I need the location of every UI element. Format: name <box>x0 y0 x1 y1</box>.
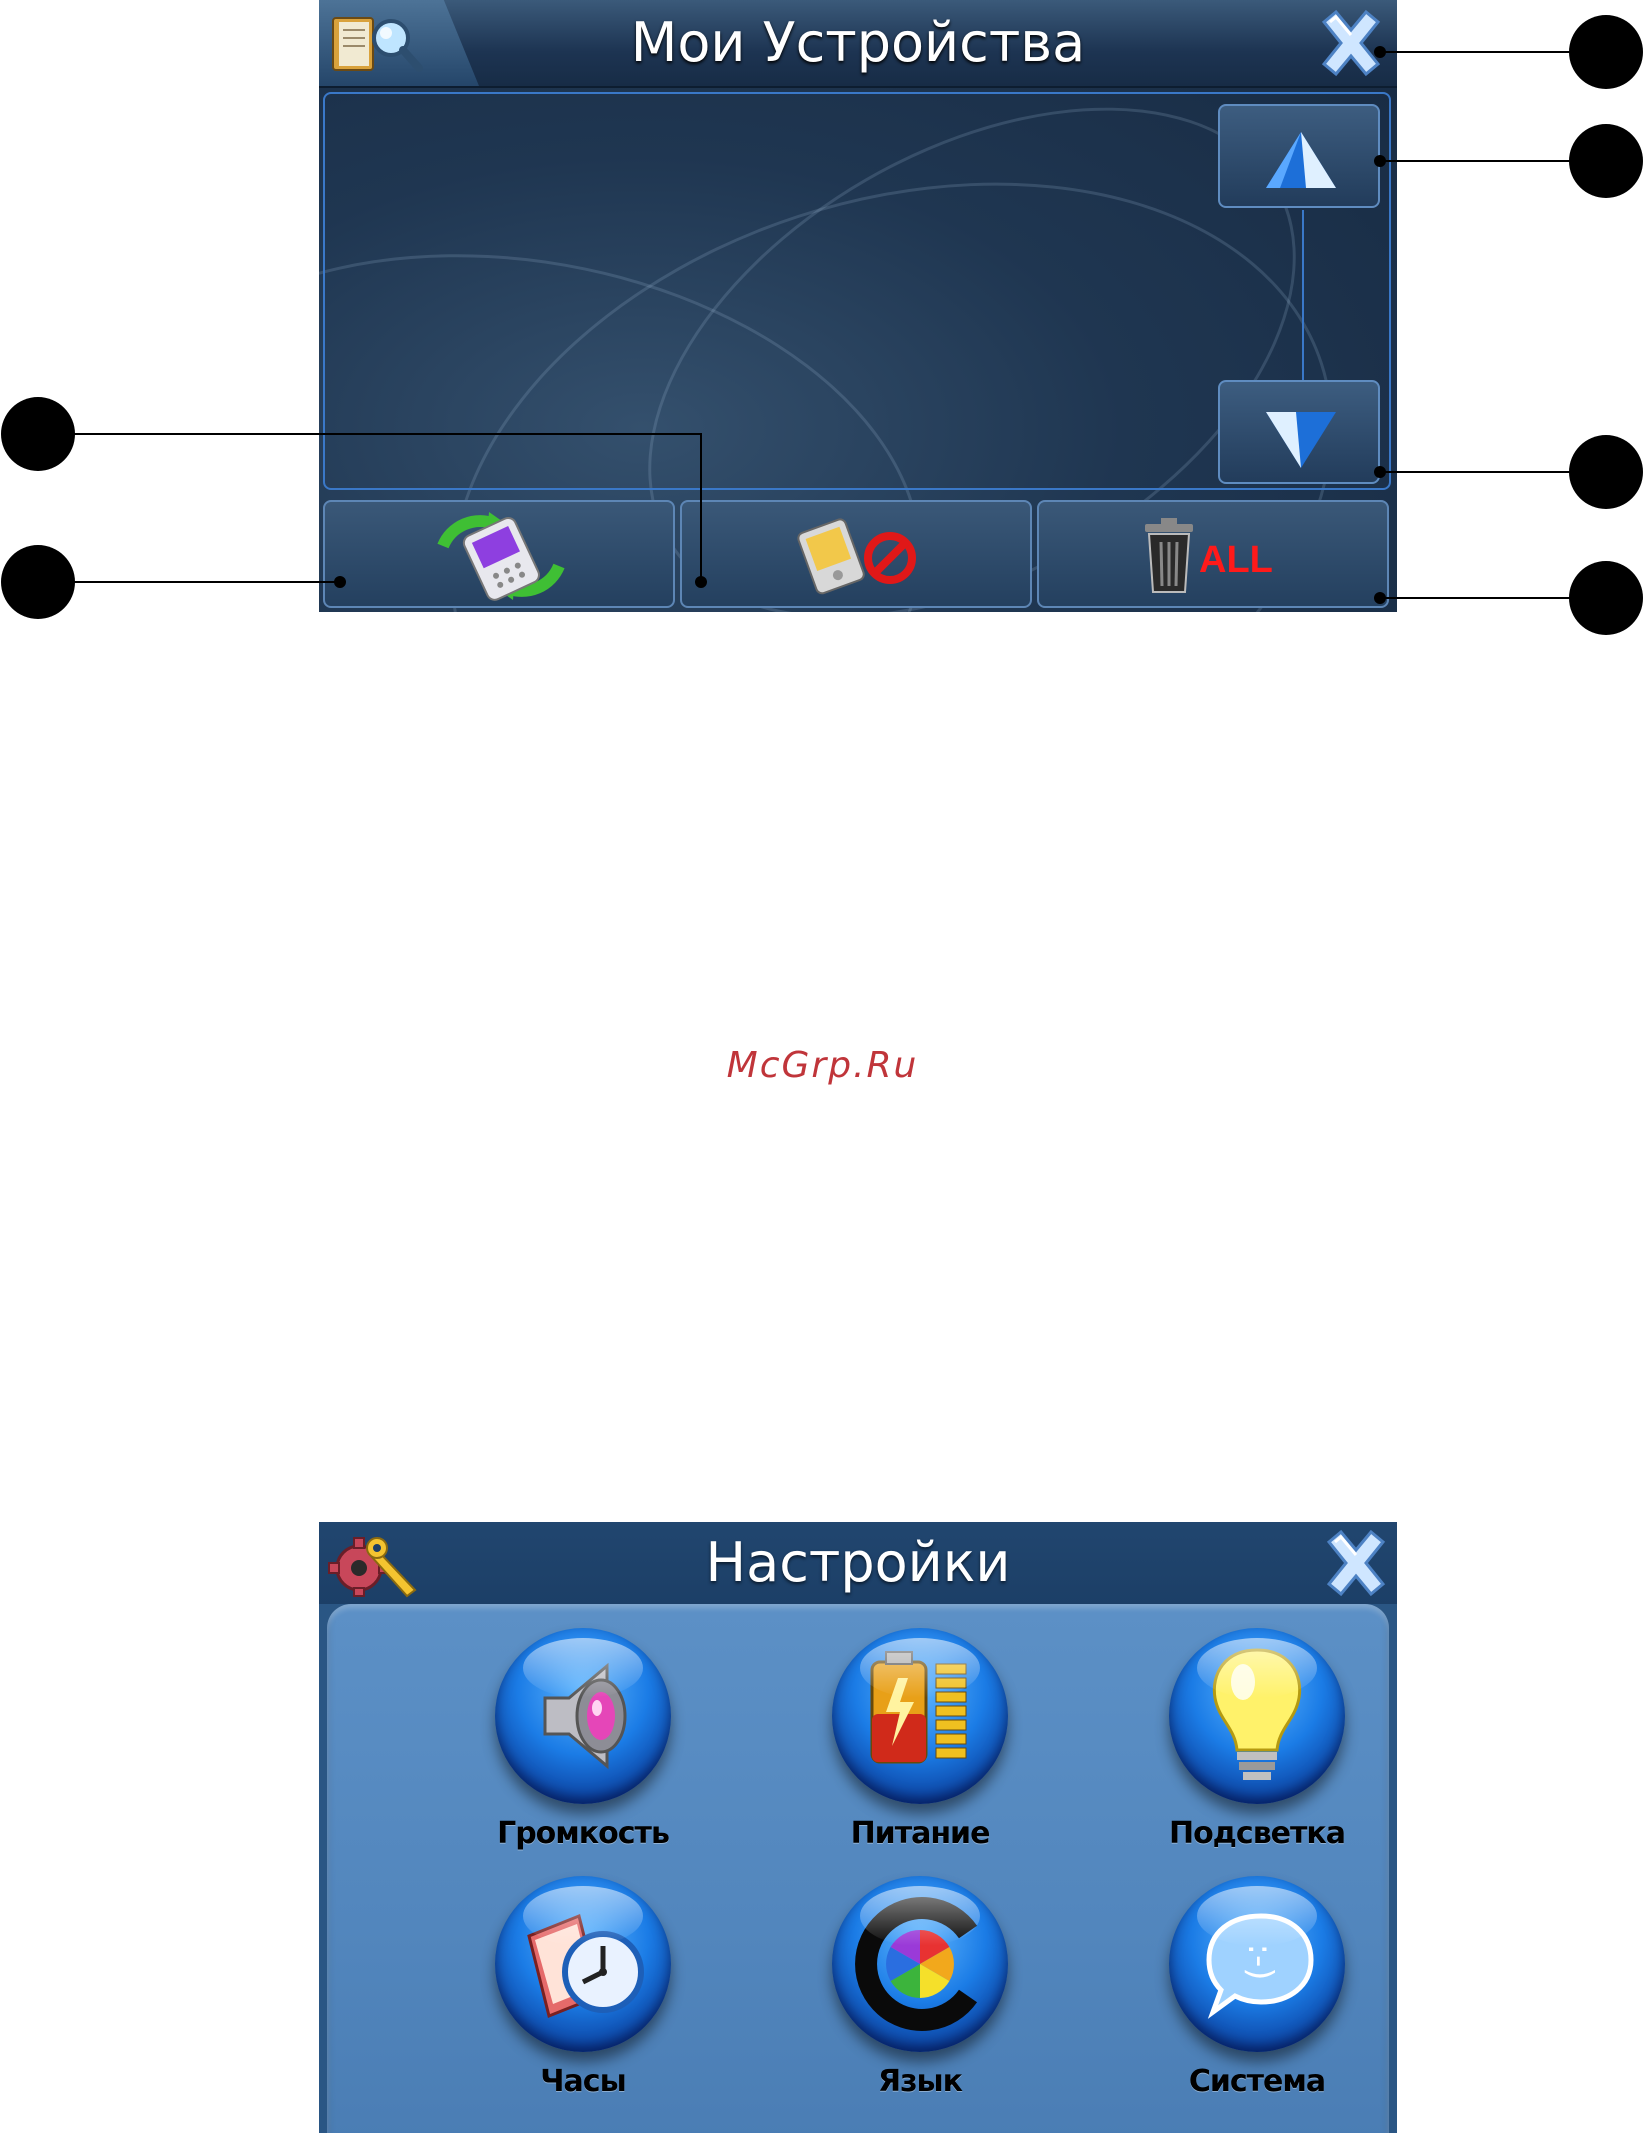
tile-label: Подсветка <box>1168 1816 1346 1851</box>
tile-power[interactable]: Питание <box>772 1628 1032 1858</box>
tile-language[interactable]: Язык <box>772 1876 1032 2106</box>
tile-label: Часы <box>540 2064 626 2099</box>
tile-label: Питание <box>850 1816 991 1851</box>
tile-clock[interactable]: Часы <box>435 1876 695 2106</box>
tile-backlight[interactable]: Подсветка <box>1109 1628 1369 1858</box>
clock-calendar-icon <box>527 1913 644 2019</box>
tile-label: Система <box>1188 2064 1326 2099</box>
watermark: McGrp.Ru <box>726 1045 919 1086</box>
lightbulb-icon <box>1212 1648 1302 1780</box>
tile-label: Громкость <box>497 1816 670 1851</box>
page-title: Мои Устройства <box>630 11 1086 74</box>
arrow-up-icon <box>1266 132 1336 188</box>
settings-screen: Настройки Громкость Питание Подсветка Ча… <box>319 1522 1397 2133</box>
tile-label: Язык <box>877 2064 963 2099</box>
delete-all-text: ALL <box>1199 539 1273 581</box>
sync-button[interactable] <box>323 500 675 608</box>
close-icon[interactable] <box>1319 1526 1393 1600</box>
battery-icon <box>870 1651 967 1764</box>
svg-text::-): :-) <box>1240 1944 1280 1981</box>
close-icon[interactable] <box>1314 6 1388 80</box>
title-bar: Мои Устройства <box>319 0 1397 88</box>
scroll-down-button[interactable] <box>1218 380 1380 484</box>
disconnect-button[interactable] <box>680 500 1032 608</box>
arrow-down-icon <box>1266 412 1336 468</box>
color-wheel-icon <box>855 1897 978 2031</box>
phone-sync-icon <box>437 512 565 601</box>
chat-bubble-icon: :-) <box>1206 1913 1314 2019</box>
page-title: Настройки <box>705 1531 1011 1594</box>
speaker-icon <box>543 1662 627 1770</box>
trash-all-icon: ALL <box>1145 518 1273 593</box>
devices-screen: Мои Устройства ALL <box>319 0 1397 612</box>
title-bar: Настройки <box>319 1522 1397 1604</box>
scroll-track[interactable] <box>1302 210 1304 380</box>
delete-all-button[interactable]: ALL <box>1037 500 1389 608</box>
tile-system[interactable]: :-) Система <box>1109 1876 1369 2106</box>
pda-disconnect-icon <box>797 518 916 595</box>
tile-volume[interactable]: Громкость <box>435 1628 695 1858</box>
scroll-up-button[interactable] <box>1218 104 1380 208</box>
